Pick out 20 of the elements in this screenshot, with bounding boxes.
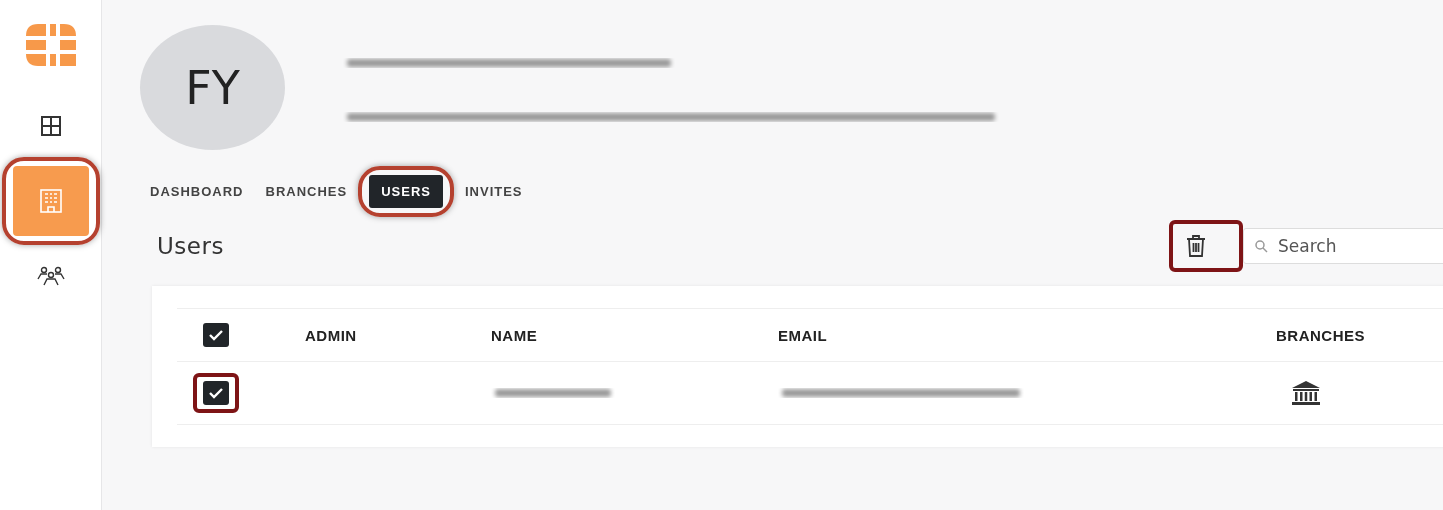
tab[interactable]: DASHBOARD bbox=[150, 175, 244, 208]
search-field[interactable]: Search bbox=[1243, 228, 1443, 264]
checkbox[interactable] bbox=[203, 381, 229, 405]
grid-icon bbox=[39, 115, 62, 137]
logo bbox=[23, 22, 78, 68]
checkbox[interactable] bbox=[203, 323, 229, 347]
people-icon bbox=[34, 266, 67, 286]
column-header: ADMIN bbox=[305, 326, 357, 344]
trash-icon bbox=[1185, 234, 1207, 258]
column-header: BRANCHES bbox=[1276, 326, 1365, 344]
check-icon bbox=[208, 387, 224, 399]
tab[interactable]: INVITES bbox=[464, 175, 523, 208]
avatar: FY bbox=[140, 25, 285, 150]
check-icon bbox=[208, 329, 224, 341]
column-header: NAME bbox=[491, 326, 538, 344]
tab[interactable]: USERS bbox=[369, 175, 443, 208]
tab[interactable]: BRANCHES bbox=[265, 175, 348, 208]
page-title: Users bbox=[157, 233, 225, 259]
column-header: EMAIL bbox=[778, 326, 828, 344]
bank-icon bbox=[1290, 380, 1322, 406]
